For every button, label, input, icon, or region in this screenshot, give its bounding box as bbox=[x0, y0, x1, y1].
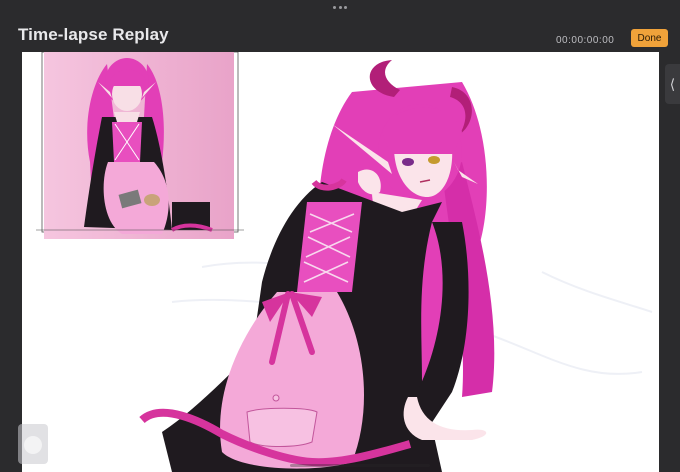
timecode: 00:00:00:00 bbox=[556, 35, 615, 46]
done-button[interactable]: Done bbox=[631, 29, 668, 47]
scrub-handle-icon[interactable] bbox=[18, 424, 48, 464]
chevron-left-icon[interactable]: ⟨ bbox=[665, 64, 680, 104]
home-indicator bbox=[290, 464, 430, 467]
page-title: Time-lapse Replay bbox=[18, 25, 169, 44]
replay-canvas bbox=[22, 52, 659, 472]
left-gutter bbox=[0, 52, 22, 472]
artwork bbox=[36, 52, 653, 472]
reference-image[interactable] bbox=[41, 52, 239, 239]
more-dots-icon[interactable] bbox=[333, 4, 347, 10]
